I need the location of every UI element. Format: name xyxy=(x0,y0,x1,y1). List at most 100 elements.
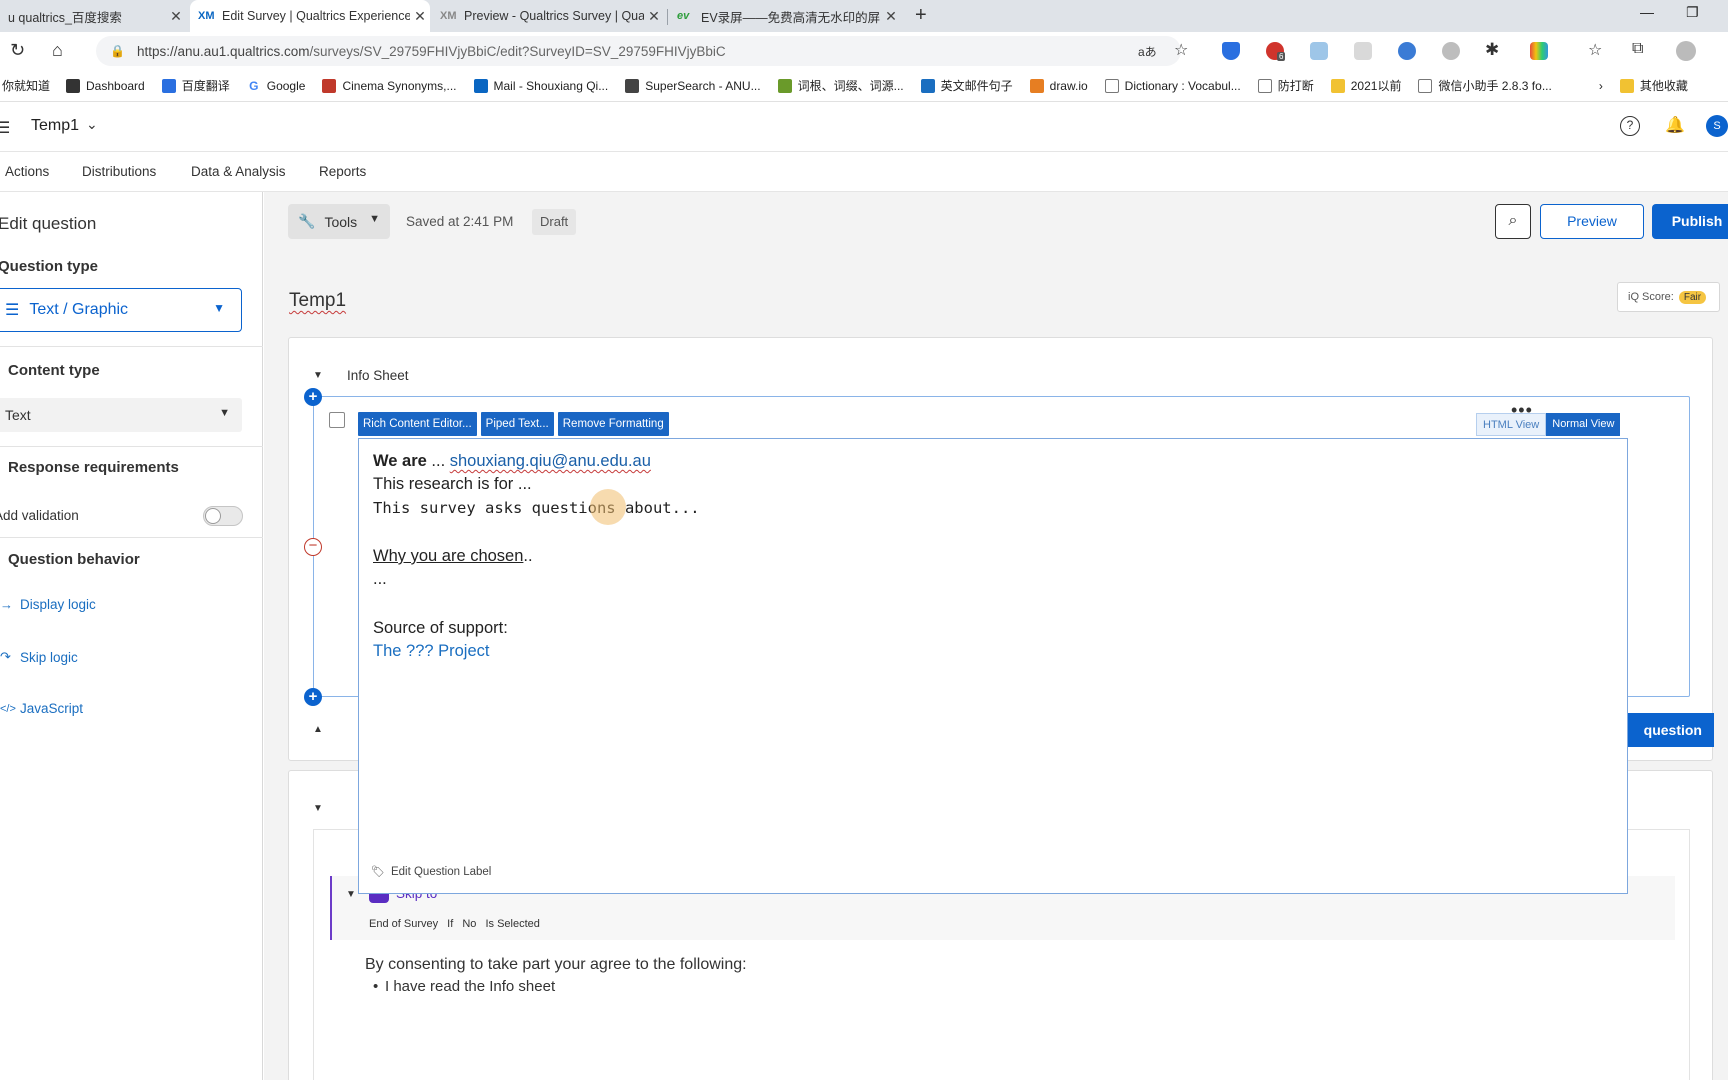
extension-icon[interactable] xyxy=(1530,42,1548,60)
avatar[interactable]: S xyxy=(1706,115,1728,137)
project-name[interactable]: Temp1 xyxy=(31,117,79,135)
iq-score[interactable]: iQ Score: Fair xyxy=(1617,282,1720,312)
nav-distributions[interactable]: Distributions xyxy=(82,164,156,179)
html-view-tab[interactable]: HTML View xyxy=(1476,413,1547,436)
bookmark-label: Mail - Shouxiang Qi... xyxy=(493,78,609,93)
bookmark-item[interactable]: 百度翻译 xyxy=(161,77,230,94)
bookmark-item[interactable]: draw.io xyxy=(1029,78,1088,93)
url-field[interactable]: 🔒 https://anu.au1.qualtrics.com/surveys/… xyxy=(96,36,1181,66)
survey-title[interactable]: Temp1 xyxy=(289,290,346,312)
remove-formatting-tab[interactable]: Remove Formatting xyxy=(557,412,669,436)
tab-baidu-search[interactable]: u qualtrics_百度搜索 ✕ xyxy=(0,0,186,32)
tab-preview-survey[interactable]: XM Preview - Qualtrics Survey | Qualt ✕ xyxy=(432,0,664,32)
publish-button[interactable]: Publish xyxy=(1652,204,1728,239)
bell-icon[interactable]: 🔔 xyxy=(1665,115,1685,135)
favorite-star-icon[interactable]: ☆ xyxy=(1174,40,1188,60)
bookmark-item[interactable]: 你就知道 xyxy=(2,77,50,94)
app-header: ☰ Temp1 ⌄ ? 🔔 S xyxy=(0,102,1728,152)
add-above-plus-icon[interactable]: + xyxy=(304,388,322,406)
bookmark-item[interactable]: Cinema Synonyms,... xyxy=(322,78,457,93)
question-type-dropdown[interactable]: ☰ Text / Graphic ▼ xyxy=(0,288,242,332)
bookmarks-overflow-chevron-icon[interactable]: › xyxy=(1599,79,1603,93)
close-icon[interactable]: ✕ xyxy=(644,8,664,25)
question-behavior-heading[interactable]: Question behavior xyxy=(8,551,140,568)
qualtrics-xm-icon: XM xyxy=(198,10,215,22)
bookmark-item[interactable]: 微信小助手 2.8.3 fo... xyxy=(1418,77,1552,94)
content-type-heading[interactable]: Content type xyxy=(8,362,100,379)
bookmark-folder[interactable]: 其他收藏 xyxy=(1619,77,1688,94)
profile-icon[interactable] xyxy=(1676,41,1696,61)
question-select-checkbox[interactable] xyxy=(329,412,345,428)
bookmark-item[interactable]: 词根、词缀、词源... xyxy=(777,77,904,94)
project-link[interactable]: The ??? Project xyxy=(373,642,489,661)
email-link[interactable]: shouxiang.qiu@anu.edu.au xyxy=(450,452,651,470)
question-text-editor[interactable]: We are ... shouxiang.qiu@anu.edu.au This… xyxy=(358,438,1628,894)
browser-tab-bar: u qualtrics_百度搜索 ✕ XM Edit Survey | Qual… xyxy=(0,0,1728,32)
baidu-translate-icon xyxy=(161,78,176,93)
collections-icon[interactable]: ⧉ xyxy=(1632,40,1643,58)
add-below-plus-icon[interactable]: + xyxy=(304,688,322,706)
favorites-icon[interactable]: ☆ xyxy=(1588,40,1602,60)
menu-icon[interactable]: ☰ xyxy=(0,118,10,138)
extension-icon[interactable] xyxy=(1442,42,1460,60)
page-icon xyxy=(1418,78,1433,93)
bookmark-item[interactable]: Dashboard xyxy=(66,78,145,93)
bookmark-item[interactable]: Mail - Shouxiang Qi... xyxy=(473,78,609,93)
bookmark-label: 词根、词缀、词源... xyxy=(797,79,904,93)
home-icon[interactable]: ⌂ xyxy=(52,40,63,61)
extension-icon[interactable] xyxy=(1398,42,1416,60)
translate-icon[interactable]: aあ xyxy=(1138,43,1157,60)
extension-icon[interactable] xyxy=(1310,42,1328,60)
new-tab-button[interactable]: + xyxy=(915,4,927,27)
piped-text-tab[interactable]: Piped Text... xyxy=(480,412,554,436)
tab-title: Edit Survey | Qualtrics Experience xyxy=(222,9,410,23)
close-icon[interactable]: ✕ xyxy=(166,8,186,25)
reload-icon[interactable]: ↻ xyxy=(10,40,25,61)
help-icon[interactable]: ? xyxy=(1620,116,1640,136)
display-logic-link[interactable]: → Display logic xyxy=(0,597,96,612)
tab-title: EV录屏——免费高清无水印的屏 xyxy=(701,10,881,25)
bookmark-item[interactable]: 英文邮件句子 xyxy=(920,77,1013,94)
tab-ev-recorder[interactable]: ev EV录屏——免费高清无水印的屏 ✕ xyxy=(669,0,901,32)
bookmark-item[interactable]: Dictionary : Vocabul... xyxy=(1104,78,1241,93)
minimize-icon[interactable]: — xyxy=(1640,4,1654,20)
nav-data-analysis[interactable]: Data & Analysis xyxy=(191,164,286,179)
iq-label: iQ Score: xyxy=(1628,291,1674,303)
collapse-caret-up-icon[interactable]: ▲ xyxy=(313,724,323,735)
bookmark-folder[interactable]: 2021以前 xyxy=(1330,77,1401,94)
tools-button[interactable]: 🔧 Tools ▼ xyxy=(288,204,390,239)
bookmark-label: 百度翻译 xyxy=(181,79,230,93)
block-name[interactable]: Info Sheet xyxy=(347,368,409,383)
asterisk-extension-icon[interactable]: ✱ xyxy=(1485,40,1499,60)
preview-button[interactable]: Preview xyxy=(1540,204,1644,239)
normal-view-tab[interactable]: Normal View xyxy=(1546,413,1621,436)
chevron-down-icon[interactable]: ⌄ xyxy=(86,116,98,133)
remove-question-minus-icon[interactable]: − xyxy=(304,538,322,556)
nav-actions[interactable]: Actions xyxy=(5,164,49,179)
search-button[interactable]: ⌕ xyxy=(1495,204,1531,239)
collapse-caret-icon[interactable]: ▼ xyxy=(313,803,323,814)
tab-edit-survey[interactable]: XM Edit Survey | Qualtrics Experience ✕ xyxy=(190,0,430,32)
editor-tab-row: Rich Content Editor... Piped Text... Rem… xyxy=(358,412,673,437)
skip-logic-link[interactable]: ↷ Skip logic xyxy=(0,649,78,665)
nav-reports[interactable]: Reports xyxy=(319,164,366,179)
collapse-caret-icon[interactable]: ▼ xyxy=(346,889,356,900)
extension-shield-icon[interactable] xyxy=(1222,42,1240,60)
bookmark-item[interactable]: 防打断 xyxy=(1257,77,1314,94)
rich-content-editor-tab[interactable]: Rich Content Editor... xyxy=(358,412,477,436)
restore-icon[interactable]: ❐ xyxy=(1686,4,1699,21)
javascript-link[interactable]: </> JavaScript xyxy=(0,701,83,716)
bookmark-label: draw.io xyxy=(1049,78,1088,93)
content-type-dropdown[interactable]: Text ▼ xyxy=(0,398,242,432)
add-new-question-button[interactable]: question xyxy=(1614,713,1714,747)
add-validation-toggle[interactable] xyxy=(203,506,243,526)
extension-icon[interactable] xyxy=(1354,42,1372,60)
edit-question-label-button[interactable]: 🏷 Edit Question Label xyxy=(371,865,491,879)
bookmark-item[interactable]: G Google xyxy=(246,78,305,93)
bookmark-item[interactable]: SuperSearch - ANU... xyxy=(625,78,761,93)
response-requirements-heading[interactable]: Response requirements xyxy=(8,459,179,476)
divider xyxy=(0,537,263,538)
close-icon[interactable]: ✕ xyxy=(881,8,901,25)
collapse-caret-icon[interactable]: ▼ xyxy=(313,370,323,381)
close-icon[interactable]: ✕ xyxy=(410,8,430,25)
